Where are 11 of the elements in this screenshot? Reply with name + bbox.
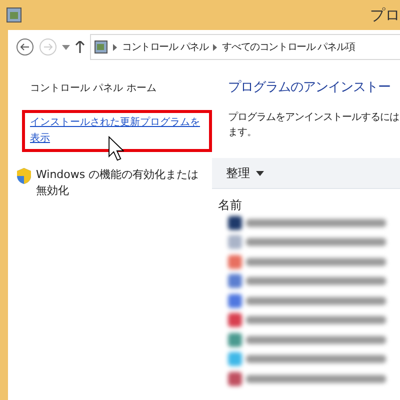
- sidebar-link[interactable]: Windows の機能の有効化または無効化: [36, 167, 204, 199]
- organize-button[interactable]: 整理: [226, 164, 264, 182]
- window-title: プロ: [370, 6, 400, 24]
- breadcrumb[interactable]: コントロール パネル: [122, 40, 208, 54]
- page-heading: プログラムのアンインストー: [228, 79, 392, 96]
- sidebar-link[interactable]: インストールされた更新プログラムを表示: [30, 115, 204, 147]
- description-text: プログラムをアンインストールするには ます。: [228, 110, 400, 140]
- column-header[interactable]: 名前: [212, 189, 400, 213]
- address-bar[interactable]: コントロール パネル すべてのコントロール パネル項: [90, 34, 400, 60]
- breadcrumb[interactable]: すべてのコントロール パネル項: [222, 40, 355, 54]
- sidebar-link[interactable]: コントロール パネル ホーム: [30, 81, 204, 95]
